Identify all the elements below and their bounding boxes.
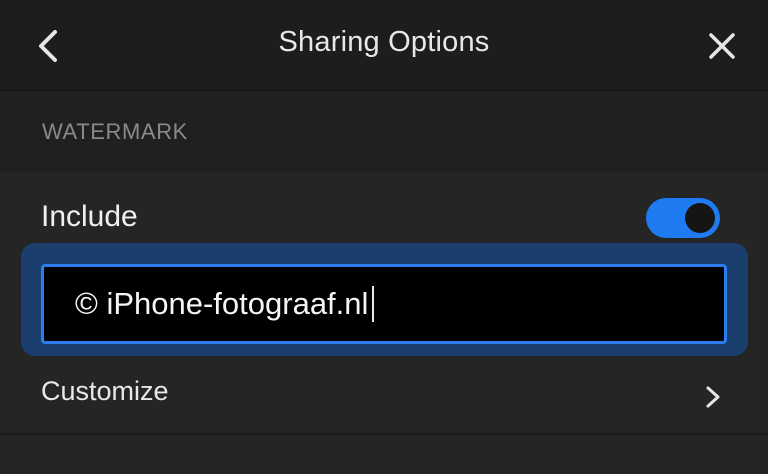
close-icon: [709, 33, 735, 59]
page-title: Sharing Options: [278, 26, 490, 58]
watermark-text-field[interactable]: © iPhone-fotograaf.nl: [41, 264, 727, 344]
customize-row[interactable]: Customize: [0, 362, 768, 426]
chevron-right-icon: [706, 386, 720, 408]
close-button[interactable]: [700, 26, 744, 66]
include-label: Include: [41, 200, 138, 233]
section-heading-watermark: WATERMARK: [42, 119, 188, 144]
top-bar: Sharing Options: [0, 0, 768, 91]
text-caret: [372, 286, 375, 322]
footer-divider: [0, 433, 768, 435]
toggle-knob: [685, 203, 715, 233]
customize-label: Customize: [41, 376, 169, 406]
watermark-text-value: © iPhone-fotograaf.nl: [75, 286, 369, 321]
include-toggle[interactable]: [646, 198, 720, 238]
